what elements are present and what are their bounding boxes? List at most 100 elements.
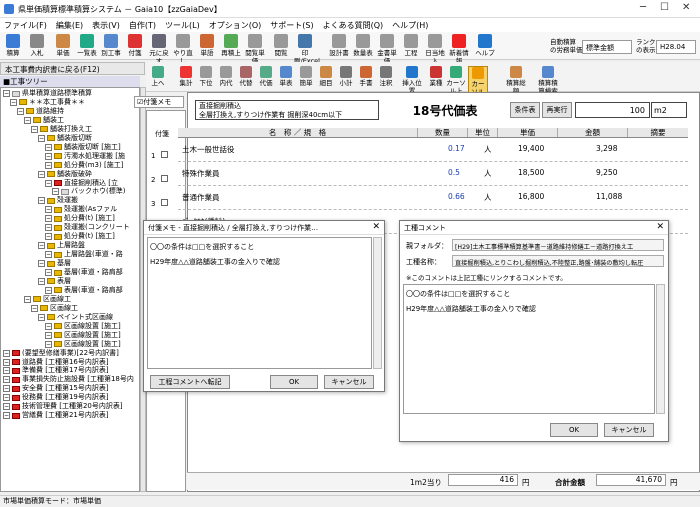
tool2-button-13[interactable]: 業種 [426,66,446,87]
nichitoji-button[interactable]: 日当地入 [424,34,446,65]
sekkeisho-button[interactable]: 設計書 [328,34,350,57]
undo-button[interactable]: 元に戻す [148,34,170,65]
expand-icon[interactable]: − [45,179,52,187]
betsukoji-button[interactable]: 別工事 [100,34,122,57]
minimize-icon[interactable]: ─ [640,2,646,13]
expand-icon[interactable]: − [45,152,52,160]
tool2-button-10[interactable]: 手書 [356,66,376,87]
rerun-button[interactable]: 再実行 [542,102,572,118]
tree-node[interactable]: − 舗装版切断 [施工] [45,143,121,152]
tree-node[interactable]: − 処分費(t) [施工] [45,214,115,223]
expand-icon[interactable]: − [45,233,52,241]
tree-node[interactable]: − 営繕費 [工種第21号内訳表] [3,411,109,420]
ok-button[interactable]: OK [270,375,318,389]
tool2-button-4[interactable]: 代替 [236,66,256,87]
expand-icon[interactable]: − [38,313,45,321]
tool2-button-9[interactable]: 小計 [336,66,356,87]
expand-icon[interactable]: − [45,251,52,259]
expand-icon[interactable]: − [31,125,38,133]
fusen-checkbox[interactable] [161,175,169,182]
tool2-button-6[interactable]: 単表 [276,66,296,87]
menu-view[interactable]: 表示(V) [92,20,120,31]
expand-icon[interactable]: − [38,260,45,268]
news-button[interactable]: 新着情報 [448,34,470,65]
expand-icon[interactable]: − [3,412,10,420]
tree-node[interactable]: − 汚濁水処理運搬 [施 [45,152,125,161]
tree-node[interactable]: − 基層(車道・路肩部 [45,268,123,277]
tree-node[interactable]: − 区画線工 [24,295,71,304]
cancel-button[interactable]: キャンセル [604,423,654,437]
ichiran-button[interactable]: 一覧表 [76,34,98,57]
menu-custom[interactable]: 自作(T) [129,20,156,31]
expand-icon[interactable]: − [24,116,31,124]
tree-node[interactable]: − 表層 [38,277,71,286]
tool2-button-17[interactable]: 積算積算検索 [538,66,558,95]
menu-tools[interactable]: ツール(L) [165,20,200,31]
tool2-button-3[interactable]: 内代 [216,66,236,87]
tree-node[interactable]: − 舗装工 [24,116,64,125]
expand-icon[interactable]: − [24,295,31,303]
memo-scrollbar[interactable] [373,237,382,369]
unit-select[interactable]: m2 [651,102,687,118]
tree-node[interactable]: − 舗装版切断 [38,134,92,143]
date-select[interactable]: H28.04 [656,40,696,54]
kotei-button[interactable]: 工程 [400,34,422,57]
tree-node[interactable]: − 区画線工 [31,304,78,313]
expand-icon[interactable]: − [45,331,52,339]
tree-node[interactable]: − 処分費(t) [施工] [45,232,115,241]
expand-icon[interactable]: − [3,367,10,375]
expand-icon[interactable]: − [45,224,52,232]
tree-node[interactable]: − 道路維持 [17,107,64,116]
work-tree[interactable]: − 県単積算道路標準積算 − ＊＊本工事費＊＊ − 道路維持 − 舗装工 − 舗装打換え工 − 舗装版… [0,87,140,492]
expand-icon[interactable]: − [45,161,52,169]
close-icon[interactable]: ✕ [682,2,690,13]
comment-scrollbar[interactable] [656,284,665,414]
copy-to-comment-button[interactable]: 工程コメントへ転記 [150,375,230,389]
etsuran-button[interactable]: 閲覧 [270,34,292,57]
expand-icon[interactable]: − [45,269,52,276]
sekisan-button[interactable]: 積算 [2,34,24,57]
tool2-button-1[interactable]: 集計 [176,66,196,87]
tree-node[interactable]: − 上層路盤(車道・路 [45,250,123,259]
close-icon[interactable]: ✕ [372,222,380,232]
tree-node[interactable]: − 処分費(m3) [施工] [45,161,123,170]
tree-node[interactable]: − 上層路盤 [38,241,85,250]
expand-icon[interactable]: − [3,90,10,97]
fusen-button[interactable]: 付箋 [124,34,146,57]
expand-icon[interactable]: − [38,134,45,142]
tree-node[interactable]: − (要望型修繕事業)[22号内訳書] [3,349,119,358]
fusen-checkbox[interactable] [161,199,169,206]
redo-button[interactable]: やり直し [172,34,194,65]
tree-node[interactable]: − 表層(車道・路肩部 [45,286,123,295]
tool2-button-2[interactable]: 下位 [196,66,216,87]
tree-node[interactable]: − 技術管理費 [工種第20号内訳表] [3,402,123,411]
tree-node[interactable]: − 殻運搬(Asファル [45,205,117,214]
tree-node[interactable]: − 舗装打換え工 [31,125,92,134]
condition-table-button[interactable]: 条件表 [510,102,540,118]
tree-node[interactable]: − ＊＊本工事費＊＊ [10,98,85,107]
menu-support[interactable]: サポート(S) [270,20,313,31]
etsuran-tanka-button[interactable]: 閲覧単価 [244,34,266,65]
tango-button[interactable]: 単語 [196,34,218,57]
expand-icon[interactable]: − [3,358,10,366]
expand-icon[interactable]: − [38,277,45,285]
tree-node[interactable]: − 基層 [38,259,71,268]
print-excel-button[interactable]: 印刷/Excel [294,34,320,65]
quantity-input[interactable]: 100 [575,102,650,118]
ok-button[interactable]: OK [550,423,598,437]
tree-node[interactable]: − 舗装版破砕 [38,170,92,179]
help-button[interactable]: ヘルプ [474,34,496,57]
expand-icon[interactable]: − [45,143,52,151]
expand-icon[interactable]: − [31,304,38,312]
tool2-button-11[interactable]: 注釈 [376,66,396,87]
fusen-memo-tab[interactable]: ☑付箋メモ [134,96,184,108]
tree-node[interactable]: − 安全費 [工種第15号内訳表] [3,384,109,393]
tree-node[interactable]: − 殻運搬(コンクリート [45,223,130,232]
nyusatsu-button[interactable]: 入札 [26,34,48,57]
expand-icon[interactable]: − [3,349,10,357]
tool2-button-8[interactable]: 細目 [316,66,336,87]
table-row[interactable]: 土木一般世話役 0.17 人 19,400 3,298 [178,138,688,162]
close-icon[interactable]: ✕ [656,222,664,232]
tanka-button[interactable]: 単価 [52,34,74,57]
cancel-button[interactable]: キャンセル [324,375,374,389]
